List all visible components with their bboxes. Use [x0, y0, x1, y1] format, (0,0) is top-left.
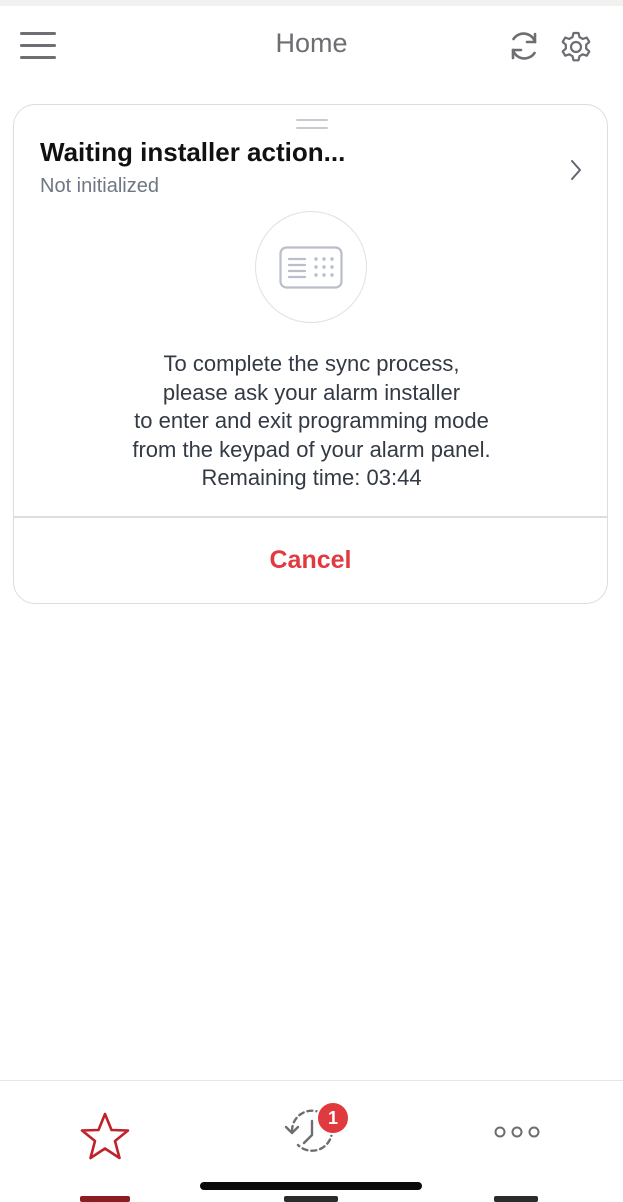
sync-instructions: To complete the sync process, please ask…: [14, 350, 609, 493]
card-title: Waiting installer action...: [40, 137, 346, 167]
header: Home: [0, 6, 623, 90]
chevron-right-icon: [571, 160, 581, 180]
more-dots-icon: [494, 1126, 540, 1138]
app-screen: Home Waiting installer action... Not ini…: [0, 0, 623, 1202]
message-line: to enter and exit programming mode: [134, 408, 489, 433]
keypad-icon: [279, 246, 343, 289]
drag-handle[interactable]: [296, 119, 328, 131]
tab-favorites[interactable]: [78, 1111, 132, 1163]
tab-label-more-peek: [494, 1196, 538, 1202]
sync-icon: [511, 32, 537, 60]
card-subtitle: Not initialized: [40, 175, 159, 197]
details-chevron-button[interactable]: [566, 157, 586, 183]
drag-handle-line: [296, 127, 328, 129]
tab-label-history-peek: [284, 1196, 338, 1202]
keypad-illustration: [255, 211, 367, 323]
sync-button[interactable]: [506, 28, 542, 64]
notification-badge: 1: [316, 1101, 350, 1135]
drag-handle-line: [296, 119, 328, 121]
home-indicator[interactable]: [200, 1182, 422, 1190]
message-line: please ask your alarm installer: [162, 379, 461, 405]
sync-card: Waiting installer action... Not initiali…: [13, 104, 608, 604]
tab-history[interactable]: 1: [282, 1101, 352, 1163]
message-line: To complete the sync process,: [163, 351, 460, 376]
star-icon: [80, 1112, 130, 1160]
cancel-button[interactable]: Cancel: [14, 517, 607, 603]
message-line: from the keypad of your alarm panel.: [132, 436, 491, 462]
tab-label-favorites-peek: [80, 1196, 130, 1202]
settings-button[interactable]: [557, 26, 595, 64]
gear-icon: [561, 31, 591, 62]
tab-more[interactable]: [492, 1125, 542, 1139]
remaining-time: Remaining time: 03:44: [201, 465, 422, 490]
